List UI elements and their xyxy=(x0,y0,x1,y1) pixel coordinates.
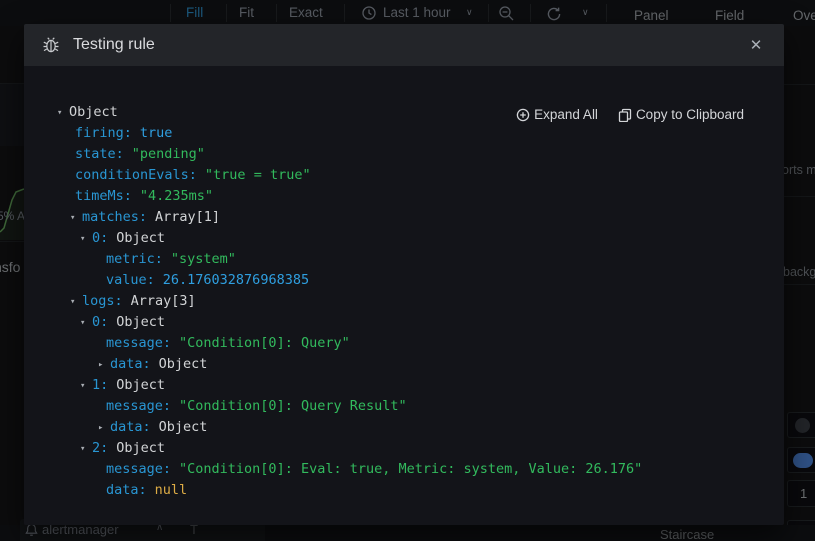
json-value: null xyxy=(155,482,188,498)
json-value: true xyxy=(140,125,173,141)
json-key: logs: xyxy=(82,293,123,309)
json-row[interactable]: ▾1: Object xyxy=(24,375,784,396)
json-row[interactable]: ▾0: Object xyxy=(24,312,784,333)
modal-title: Testing rule xyxy=(73,36,155,54)
json-row: conditionEvals: "true = true" xyxy=(24,165,784,186)
copy-icon xyxy=(618,108,632,122)
json-value: "Condition[0]: Eval: true, Metric: syste… xyxy=(179,461,642,477)
json-value: "system" xyxy=(171,251,236,267)
collapse-toggle-icon[interactable]: ▾ xyxy=(80,229,92,250)
collapse-toggle-icon[interactable]: ▾ xyxy=(80,439,92,460)
json-row[interactable]: ▸data: Object xyxy=(24,354,784,375)
json-key: metric: xyxy=(106,251,163,267)
json-key: message: xyxy=(106,461,171,477)
json-key: message: xyxy=(106,335,171,351)
json-key: timeMs: xyxy=(75,188,132,204)
json-value: 26.176032876968385 xyxy=(163,272,309,288)
expand-all-button[interactable]: Expand All xyxy=(516,107,598,122)
json-key: data: xyxy=(106,482,147,498)
json-key: 0: xyxy=(92,230,108,246)
testing-rule-modal: Testing rule ✕ Expand All Copy to Clipbo… xyxy=(24,24,784,525)
json-row: message: "Condition[0]: Eval: true, Metri… xyxy=(24,459,784,480)
collapse-toggle-icon[interactable]: ▾ xyxy=(70,292,82,313)
modal-header: Testing rule ✕ xyxy=(24,24,784,66)
bug-icon xyxy=(42,36,60,54)
json-row[interactable]: ▾matches: Array[1] xyxy=(24,207,784,228)
json-key: value: xyxy=(106,272,155,288)
page: Fill Fit Exact Last 1 hour ∨ xyxy=(0,0,815,541)
json-row: message: "Condition[0]: Query" xyxy=(24,333,784,354)
json-row: message: "Condition[0]: Query Result" xyxy=(24,396,784,417)
json-row: metric: "system" xyxy=(24,249,784,270)
json-tree: ▾Object firing:true state:"pending" cond… xyxy=(24,66,784,501)
json-row: timeMs: "4.235ms" xyxy=(24,186,784,207)
json-value: Array[1] xyxy=(155,209,220,225)
json-row[interactable]: ▾0: Object xyxy=(24,228,784,249)
json-value: "true = true" xyxy=(205,167,311,183)
expand-all-icon xyxy=(516,108,530,122)
json-value: Object xyxy=(159,419,208,435)
modal-body: Expand All Copy to Clipboard ▾Object fir… xyxy=(24,66,784,525)
expand-all-label: Expand All xyxy=(534,107,598,122)
json-value: "pending" xyxy=(132,146,205,162)
collapse-toggle-icon[interactable]: ▾ xyxy=(80,376,92,397)
json-value: "Condition[0]: Query Result" xyxy=(179,398,407,414)
collapse-toggle-icon[interactable]: ▾ xyxy=(70,208,82,229)
json-row[interactable]: ▾logs: Array[3] xyxy=(24,291,784,312)
collapse-toggle-icon[interactable]: ▾ xyxy=(80,313,92,334)
expand-toggle-icon[interactable]: ▸ xyxy=(98,355,110,376)
json-actions: Expand All Copy to Clipboard xyxy=(516,107,744,122)
json-key: matches: xyxy=(82,209,147,225)
json-key: firing: xyxy=(75,125,132,141)
json-key: data: xyxy=(110,356,151,372)
json-value: Object xyxy=(69,104,118,120)
json-value: "4.235ms" xyxy=(140,188,213,204)
expand-toggle-icon[interactable]: ▸ xyxy=(98,418,110,439)
json-key: data: xyxy=(110,419,151,435)
json-value: Array[3] xyxy=(131,293,196,309)
copy-to-clipboard-button[interactable]: Copy to Clipboard xyxy=(618,107,744,122)
close-icon[interactable]: ✕ xyxy=(744,34,768,58)
json-row[interactable]: ▾2: Object xyxy=(24,438,784,459)
json-key: 2: xyxy=(92,440,108,456)
json-value: Object xyxy=(159,356,208,372)
collapse-toggle-icon[interactable]: ▾ xyxy=(57,103,69,124)
json-row: state: "pending" xyxy=(24,144,784,165)
json-row[interactable]: ▸data: Object xyxy=(24,417,784,438)
json-key: conditionEvals: xyxy=(75,167,197,183)
json-value: Object xyxy=(116,314,165,330)
json-key: message: xyxy=(106,398,171,414)
json-key: 0: xyxy=(92,314,108,330)
json-value: "Condition[0]: Query" xyxy=(179,335,350,351)
json-value: Object xyxy=(116,440,165,456)
json-row: value: 26.176032876968385 xyxy=(24,270,784,291)
json-key: state: xyxy=(75,146,124,162)
json-value: Object xyxy=(116,377,165,393)
json-key: 1: xyxy=(92,377,108,393)
json-row: firing: true xyxy=(24,123,784,144)
json-value: Object xyxy=(116,230,165,246)
json-row: data: null xyxy=(24,480,784,501)
copy-to-clipboard-label: Copy to Clipboard xyxy=(636,107,744,122)
